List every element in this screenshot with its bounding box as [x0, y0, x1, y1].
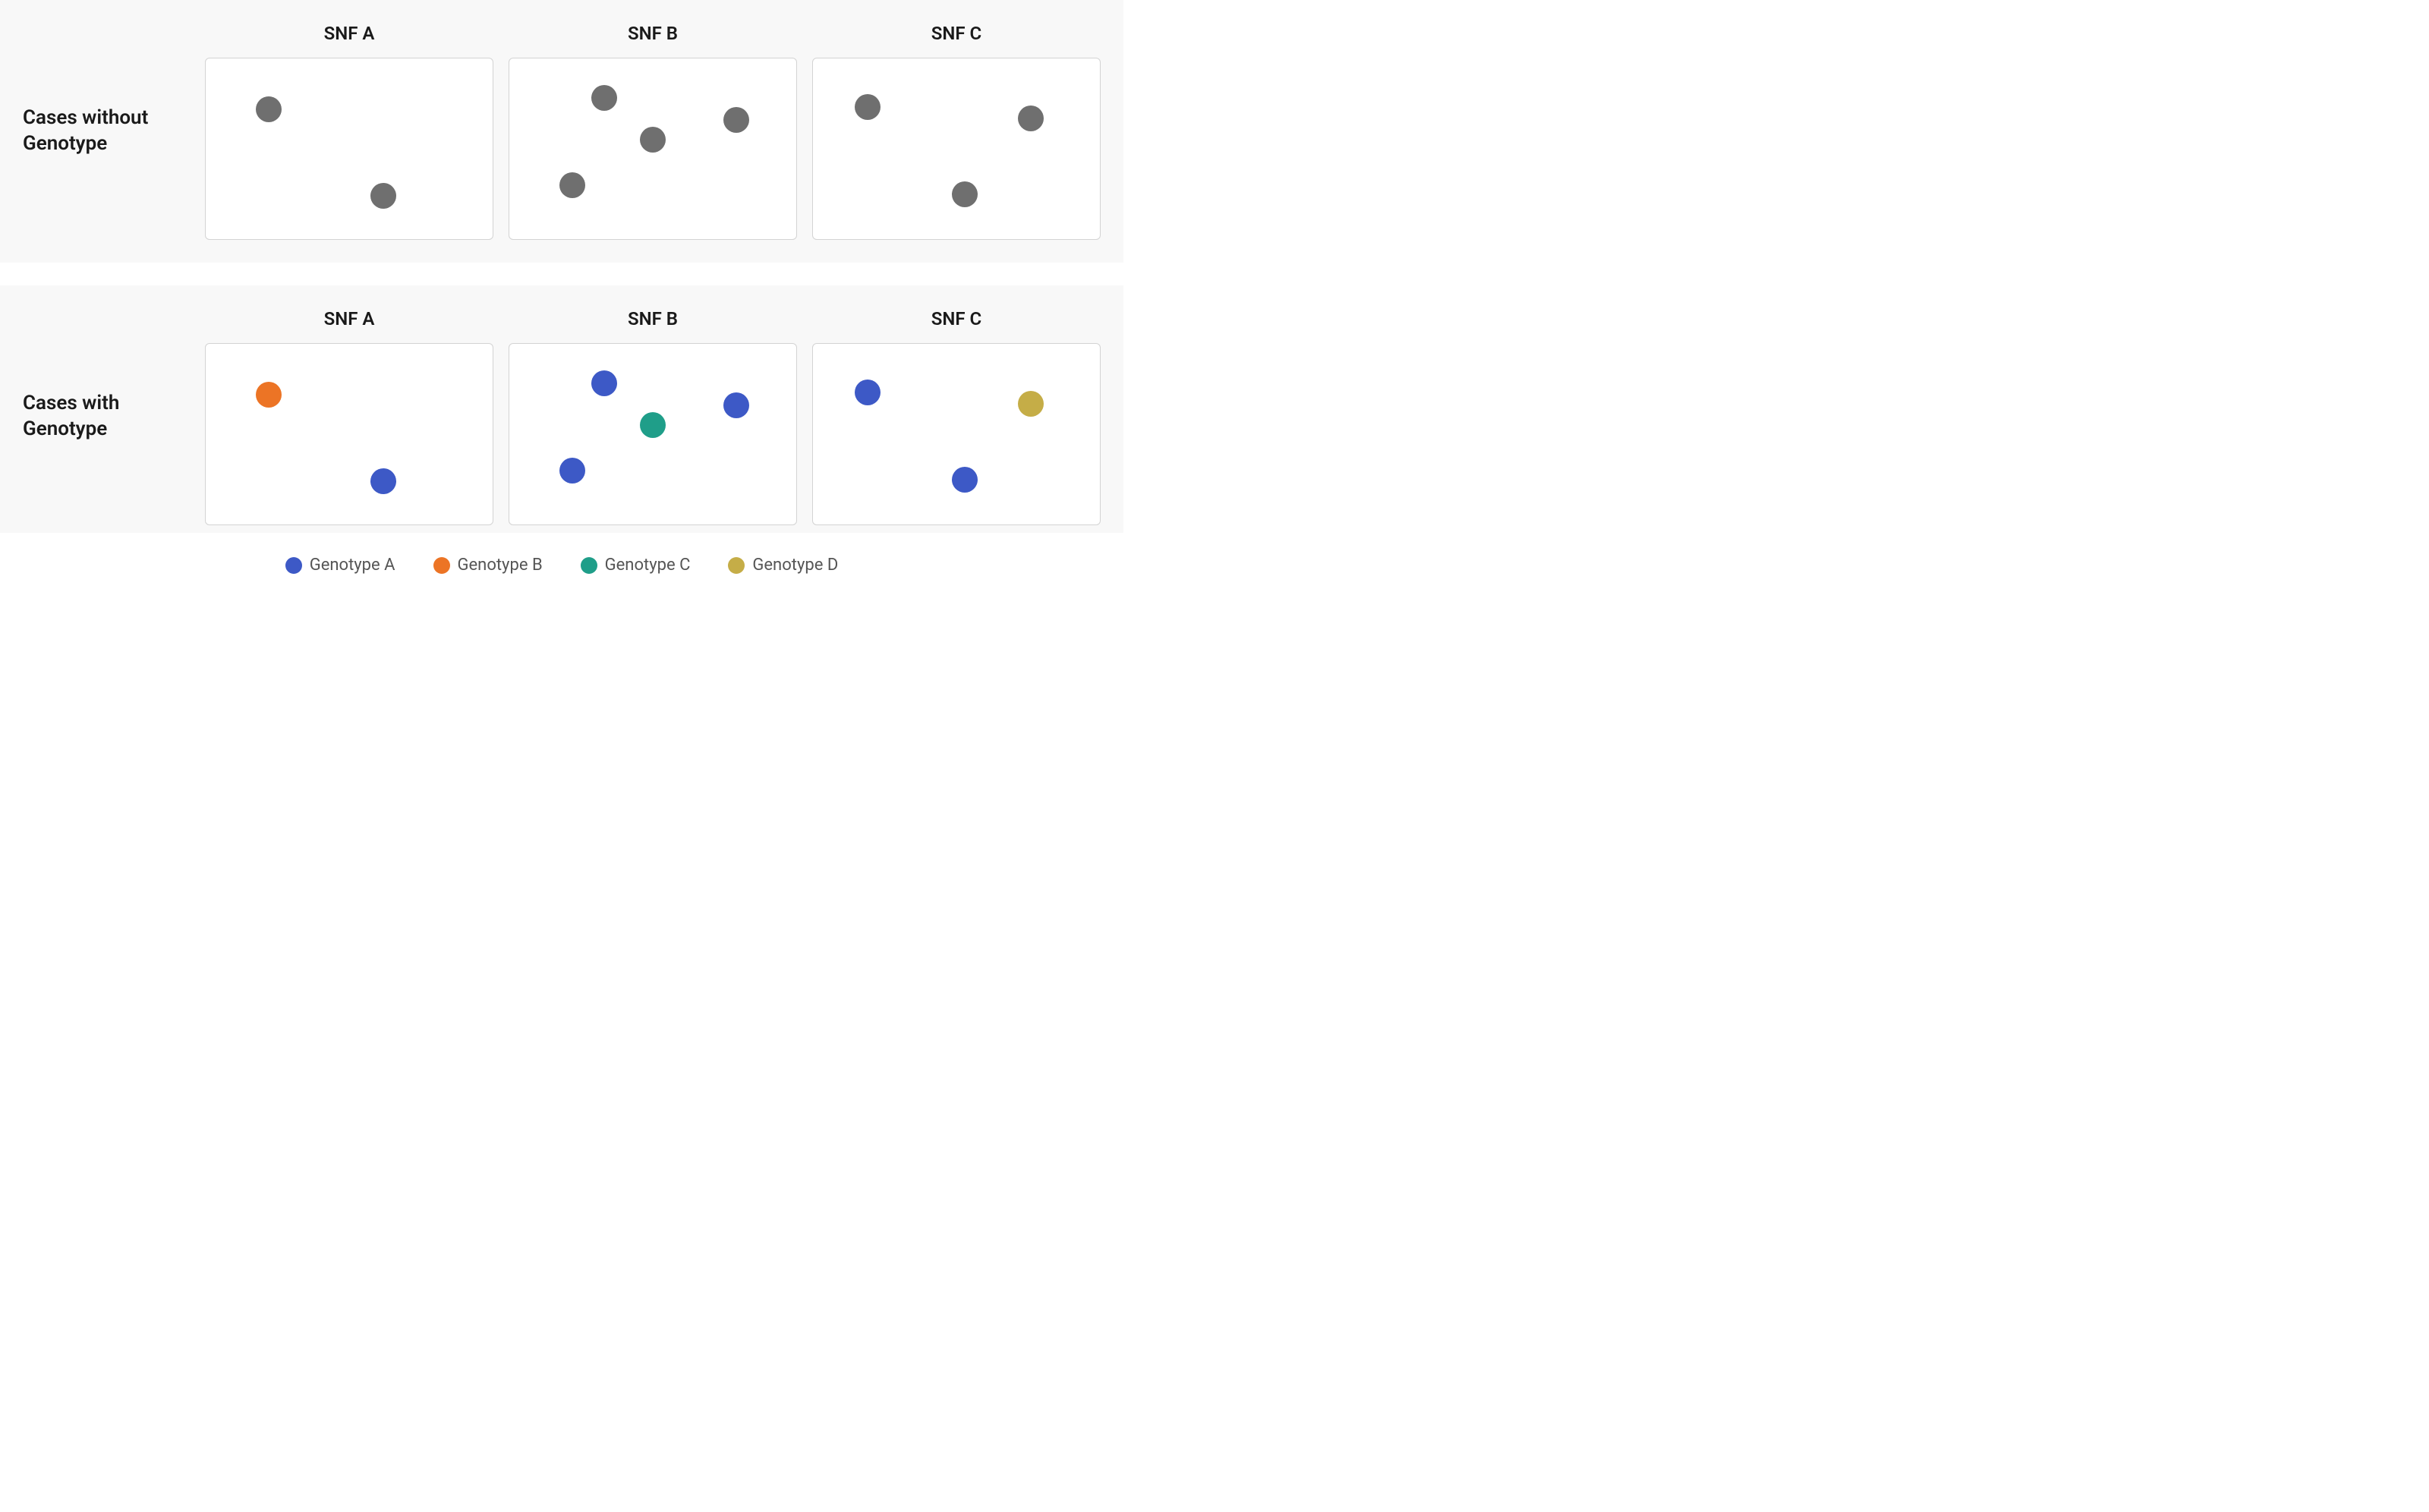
legend-label: Genotype B	[458, 556, 543, 575]
case-dot	[1018, 106, 1044, 131]
legend-item-b: Genotype B	[433, 556, 543, 575]
legend-item-d: Genotype D	[728, 556, 838, 575]
case-dot	[591, 85, 617, 111]
panel-group-1-a: SNF A	[205, 308, 493, 525]
panel-snf-a-with	[205, 343, 493, 525]
case-dot	[256, 96, 282, 122]
case-dot	[723, 107, 749, 133]
case-dot	[370, 183, 396, 209]
legend-dot-icon	[433, 557, 450, 574]
legend-dot-icon	[728, 557, 745, 574]
legend-item-c: Genotype C	[581, 556, 691, 575]
case-dot	[591, 370, 617, 396]
case-dot	[559, 172, 585, 198]
case-dot	[256, 382, 282, 408]
panel-group-1-b: SNF B	[509, 308, 797, 525]
case-dot	[723, 392, 749, 418]
section-with-genotype: Cases with Genotype SNF A SNF B SNF C	[0, 285, 1123, 533]
case-dot	[855, 94, 881, 120]
legend-item-a: Genotype A	[285, 556, 395, 575]
panel-title: SNF C	[931, 308, 981, 329]
panel-snf-b-without	[509, 58, 797, 240]
panel-title: SNF C	[931, 23, 981, 44]
section-gap	[0, 263, 1123, 285]
panel-title: SNF A	[324, 23, 375, 44]
panel-snf-c-without	[812, 58, 1101, 240]
panel-group-0-c: SNF C	[812, 23, 1101, 240]
legend: Genotype A Genotype B Genotype C Genotyp…	[0, 533, 1123, 605]
panel-title: SNF A	[324, 308, 375, 329]
case-dot	[640, 412, 666, 438]
case-dot	[559, 458, 585, 484]
row-label-with: Cases with Genotype	[23, 391, 205, 443]
case-dot	[952, 467, 978, 493]
case-dot	[1018, 391, 1044, 417]
row-label-without: Cases without Genotype	[23, 106, 205, 157]
panel-group-1-c: SNF C	[812, 308, 1101, 525]
legend-label: Genotype A	[310, 556, 395, 575]
case-dot	[952, 181, 978, 207]
panel-snf-c-with	[812, 343, 1101, 525]
panel-snf-a-without	[205, 58, 493, 240]
legend-label: Genotype C	[605, 556, 691, 575]
panel-title: SNF B	[628, 23, 678, 44]
legend-dot-icon	[285, 557, 302, 574]
case-dot	[855, 380, 881, 405]
panel-group-0-a: SNF A	[205, 23, 493, 240]
case-dot	[640, 127, 666, 153]
panel-title: SNF B	[628, 308, 678, 329]
legend-dot-icon	[581, 557, 597, 574]
panel-group-0-b: SNF B	[509, 23, 797, 240]
panel-snf-b-with	[509, 343, 797, 525]
panels-row-1: SNF A SNF B SNF C	[205, 308, 1101, 525]
case-dot	[370, 468, 396, 494]
legend-label: Genotype D	[752, 556, 838, 575]
section-without-genotype: Cases without Genotype SNF A SNF B SNF C	[0, 0, 1123, 263]
panels-row-0: SNF A SNF B SNF C	[205, 23, 1101, 240]
